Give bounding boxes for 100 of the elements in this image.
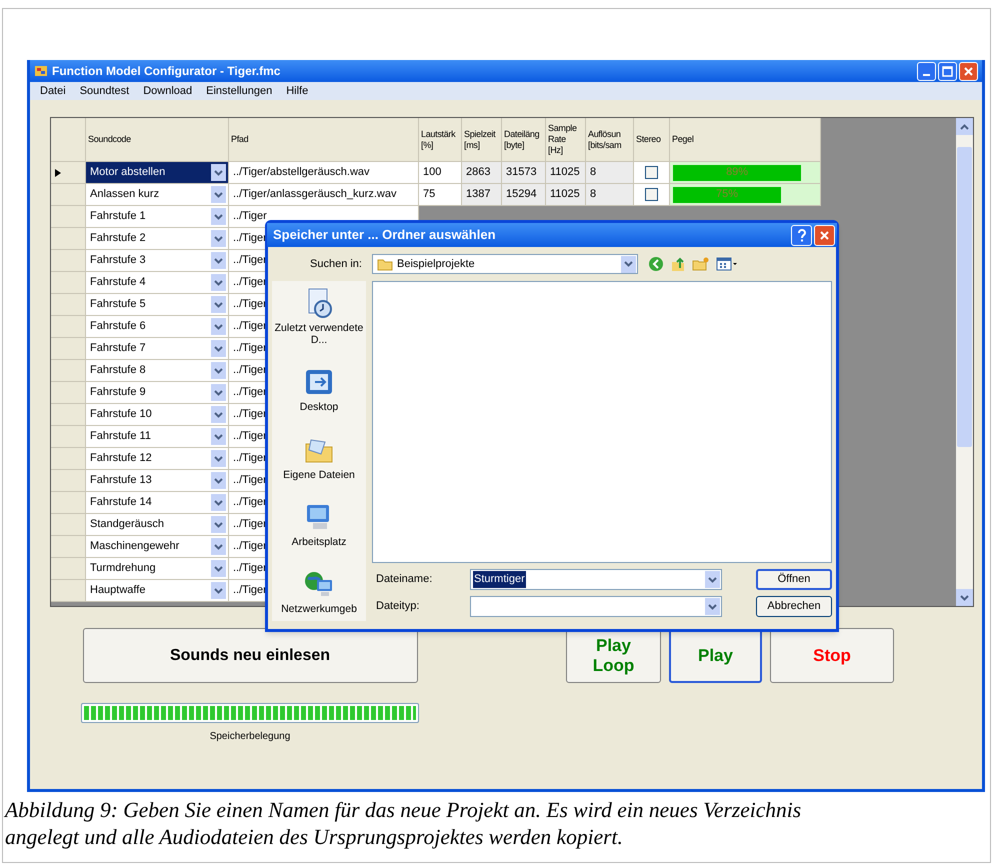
soundcode-dropdown[interactable]: Fahrstufe 3 — [86, 250, 229, 272]
soundcode-dropdown[interactable]: Fahrstufe 7 — [86, 338, 229, 360]
soundcode-dropdown[interactable]: Fahrstufe 13 — [86, 470, 229, 492]
dropdown-button[interactable] — [211, 274, 226, 291]
menu-item[interactable]: Download — [137, 82, 198, 100]
view-menu-icon[interactable] — [716, 257, 738, 271]
stereo-checkbox[interactable] — [645, 188, 658, 201]
dropdown-button[interactable] — [705, 598, 720, 615]
soundcode-text: Hauptwaffe — [90, 583, 146, 598]
dropdown-button[interactable] — [211, 318, 226, 335]
dropdown-button[interactable] — [211, 230, 226, 247]
soundcode-dropdown[interactable]: Fahrstufe 8 — [86, 360, 229, 382]
maximize-button[interactable] — [938, 62, 957, 80]
column-header[interactable]: Pegel — [672, 134, 694, 145]
chevron-icon — [214, 192, 223, 198]
filename-field[interactable]: Sturmtiger — [470, 569, 722, 590]
scroll-down-icon — [960, 594, 969, 600]
column-header[interactable]: Pfad — [231, 134, 248, 145]
chevron-icon — [214, 434, 223, 440]
chevron-icon — [214, 236, 223, 242]
dropdown-button[interactable] — [211, 252, 226, 269]
action-button[interactable]: Sounds neu einlesen — [82, 628, 418, 683]
dropdown-button[interactable] — [211, 538, 226, 555]
column-header[interactable]: Stereo — [636, 134, 661, 145]
close-button[interactable] — [814, 224, 835, 246]
row-header[interactable] — [51, 162, 86, 184]
soundcode-dropdown[interactable]: Anlassen kurz — [86, 184, 229, 206]
minimize-button[interactable] — [917, 62, 936, 80]
dropdown-button[interactable] — [211, 296, 226, 313]
soundcode-dropdown[interactable]: Standgeräusch — [86, 514, 229, 536]
cancel-button[interactable]: Abbrechen — [756, 596, 832, 617]
dropdown-button[interactable] — [211, 516, 226, 533]
dropdown-button[interactable] — [621, 256, 636, 272]
filetype-dropdown[interactable] — [470, 596, 722, 617]
soundcode-dropdown[interactable]: Fahrstufe 12 — [86, 448, 229, 470]
column-header[interactable]: Sample Rate [Hz] — [548, 123, 577, 156]
menu-item[interactable]: Einstellungen — [200, 82, 278, 100]
table-cell: 8 — [586, 162, 634, 184]
soundcode-dropdown[interactable]: Turmdrehung — [86, 558, 229, 580]
help-button[interactable] — [791, 224, 812, 246]
soundcode-dropdown[interactable]: Motor abstellen — [86, 162, 229, 184]
chevron-icon — [214, 280, 223, 286]
scroll-thumb[interactable] — [957, 147, 972, 447]
look-in-dropdown[interactable]: Beispielprojekte — [372, 254, 638, 274]
level-text: 89% — [726, 165, 748, 180]
dropdown-button[interactable] — [211, 406, 226, 423]
close-button[interactable] — [959, 62, 978, 80]
column-header[interactable]: Lautstärk [%] — [421, 128, 456, 150]
column-header[interactable]: Auflösun [bits/sam — [588, 128, 622, 150]
soundcode-text: Fahrstufe 10 — [90, 407, 152, 422]
soundcode-dropdown[interactable]: Fahrstufe 5 — [86, 294, 229, 316]
dropdown-button[interactable] — [211, 428, 226, 445]
soundcode-dropdown[interactable]: Hauptwaffe — [86, 580, 229, 602]
dropdown-button[interactable] — [211, 362, 226, 379]
soundcode-dropdown[interactable]: Fahrstufe 6 — [86, 316, 229, 338]
soundcode-dropdown[interactable]: Fahrstufe 1 — [86, 206, 229, 228]
column-header[interactable]: Soundcode — [88, 134, 131, 145]
soundcode-dropdown[interactable]: Fahrstufe 2 — [86, 228, 229, 250]
dropdown-button[interactable] — [211, 472, 226, 489]
action-button[interactable]: Stop — [770, 628, 894, 683]
stereo-checkbox[interactable] — [645, 166, 658, 179]
dropdown-button[interactable] — [705, 571, 720, 588]
up-folder-icon[interactable] — [670, 256, 686, 272]
column-header[interactable]: Dateiläng [byte] — [504, 128, 540, 150]
chevron-icon — [214, 390, 223, 396]
soundcode-dropdown[interactable]: Fahrstufe 9 — [86, 382, 229, 404]
menu-item[interactable]: Soundtest — [74, 82, 136, 100]
dropdown-button[interactable] — [211, 186, 226, 203]
soundcode-text: Standgeräusch — [90, 517, 164, 532]
open-button[interactable]: Öffnen — [756, 569, 832, 590]
dropdown-button[interactable] — [211, 164, 226, 181]
chevron-icon — [708, 604, 717, 610]
chevron-icon — [214, 368, 223, 374]
menu-item[interactable]: Datei — [34, 82, 72, 100]
soundcode-dropdown[interactable]: Fahrstufe 11 — [86, 426, 229, 448]
soundcode-dropdown[interactable]: Fahrstufe 14 — [86, 492, 229, 514]
column-header[interactable]: Spielzeit [ms] — [464, 128, 496, 150]
soundcode-dropdown[interactable]: Fahrstufe 10 — [86, 404, 229, 426]
back-icon[interactable] — [648, 256, 664, 272]
path-cell: ../Tiger/anlassgeräusch_kurz.wav — [229, 184, 419, 206]
soundcode-text: Motor abstellen — [90, 165, 166, 180]
dropdown-button[interactable] — [211, 582, 226, 599]
chevron-icon — [214, 346, 223, 352]
dropdown-button[interactable] — [211, 450, 226, 467]
chevron-icon — [708, 576, 717, 582]
soundcode-dropdown[interactable]: Maschinengewehr — [86, 536, 229, 558]
dropdown-button[interactable] — [211, 340, 226, 357]
dropdown-button[interactable] — [211, 208, 226, 225]
dropdown-button[interactable] — [211, 494, 226, 511]
current-row-icon — [55, 168, 61, 176]
chevron-icon — [214, 412, 223, 418]
soundcode-dropdown[interactable]: Fahrstufe 4 — [86, 272, 229, 294]
dropdown-button[interactable] — [211, 384, 226, 401]
filetype-label: Dateityp: — [375, 599, 420, 614]
table-cell: 11025 — [546, 184, 586, 206]
soundcode-text: Fahrstufe 2 — [90, 231, 146, 246]
chevron-icon — [214, 588, 223, 594]
menu-item[interactable]: Hilfe — [280, 82, 314, 100]
soundcode-text: Fahrstufe 8 — [90, 363, 146, 378]
dropdown-button[interactable] — [211, 560, 226, 577]
